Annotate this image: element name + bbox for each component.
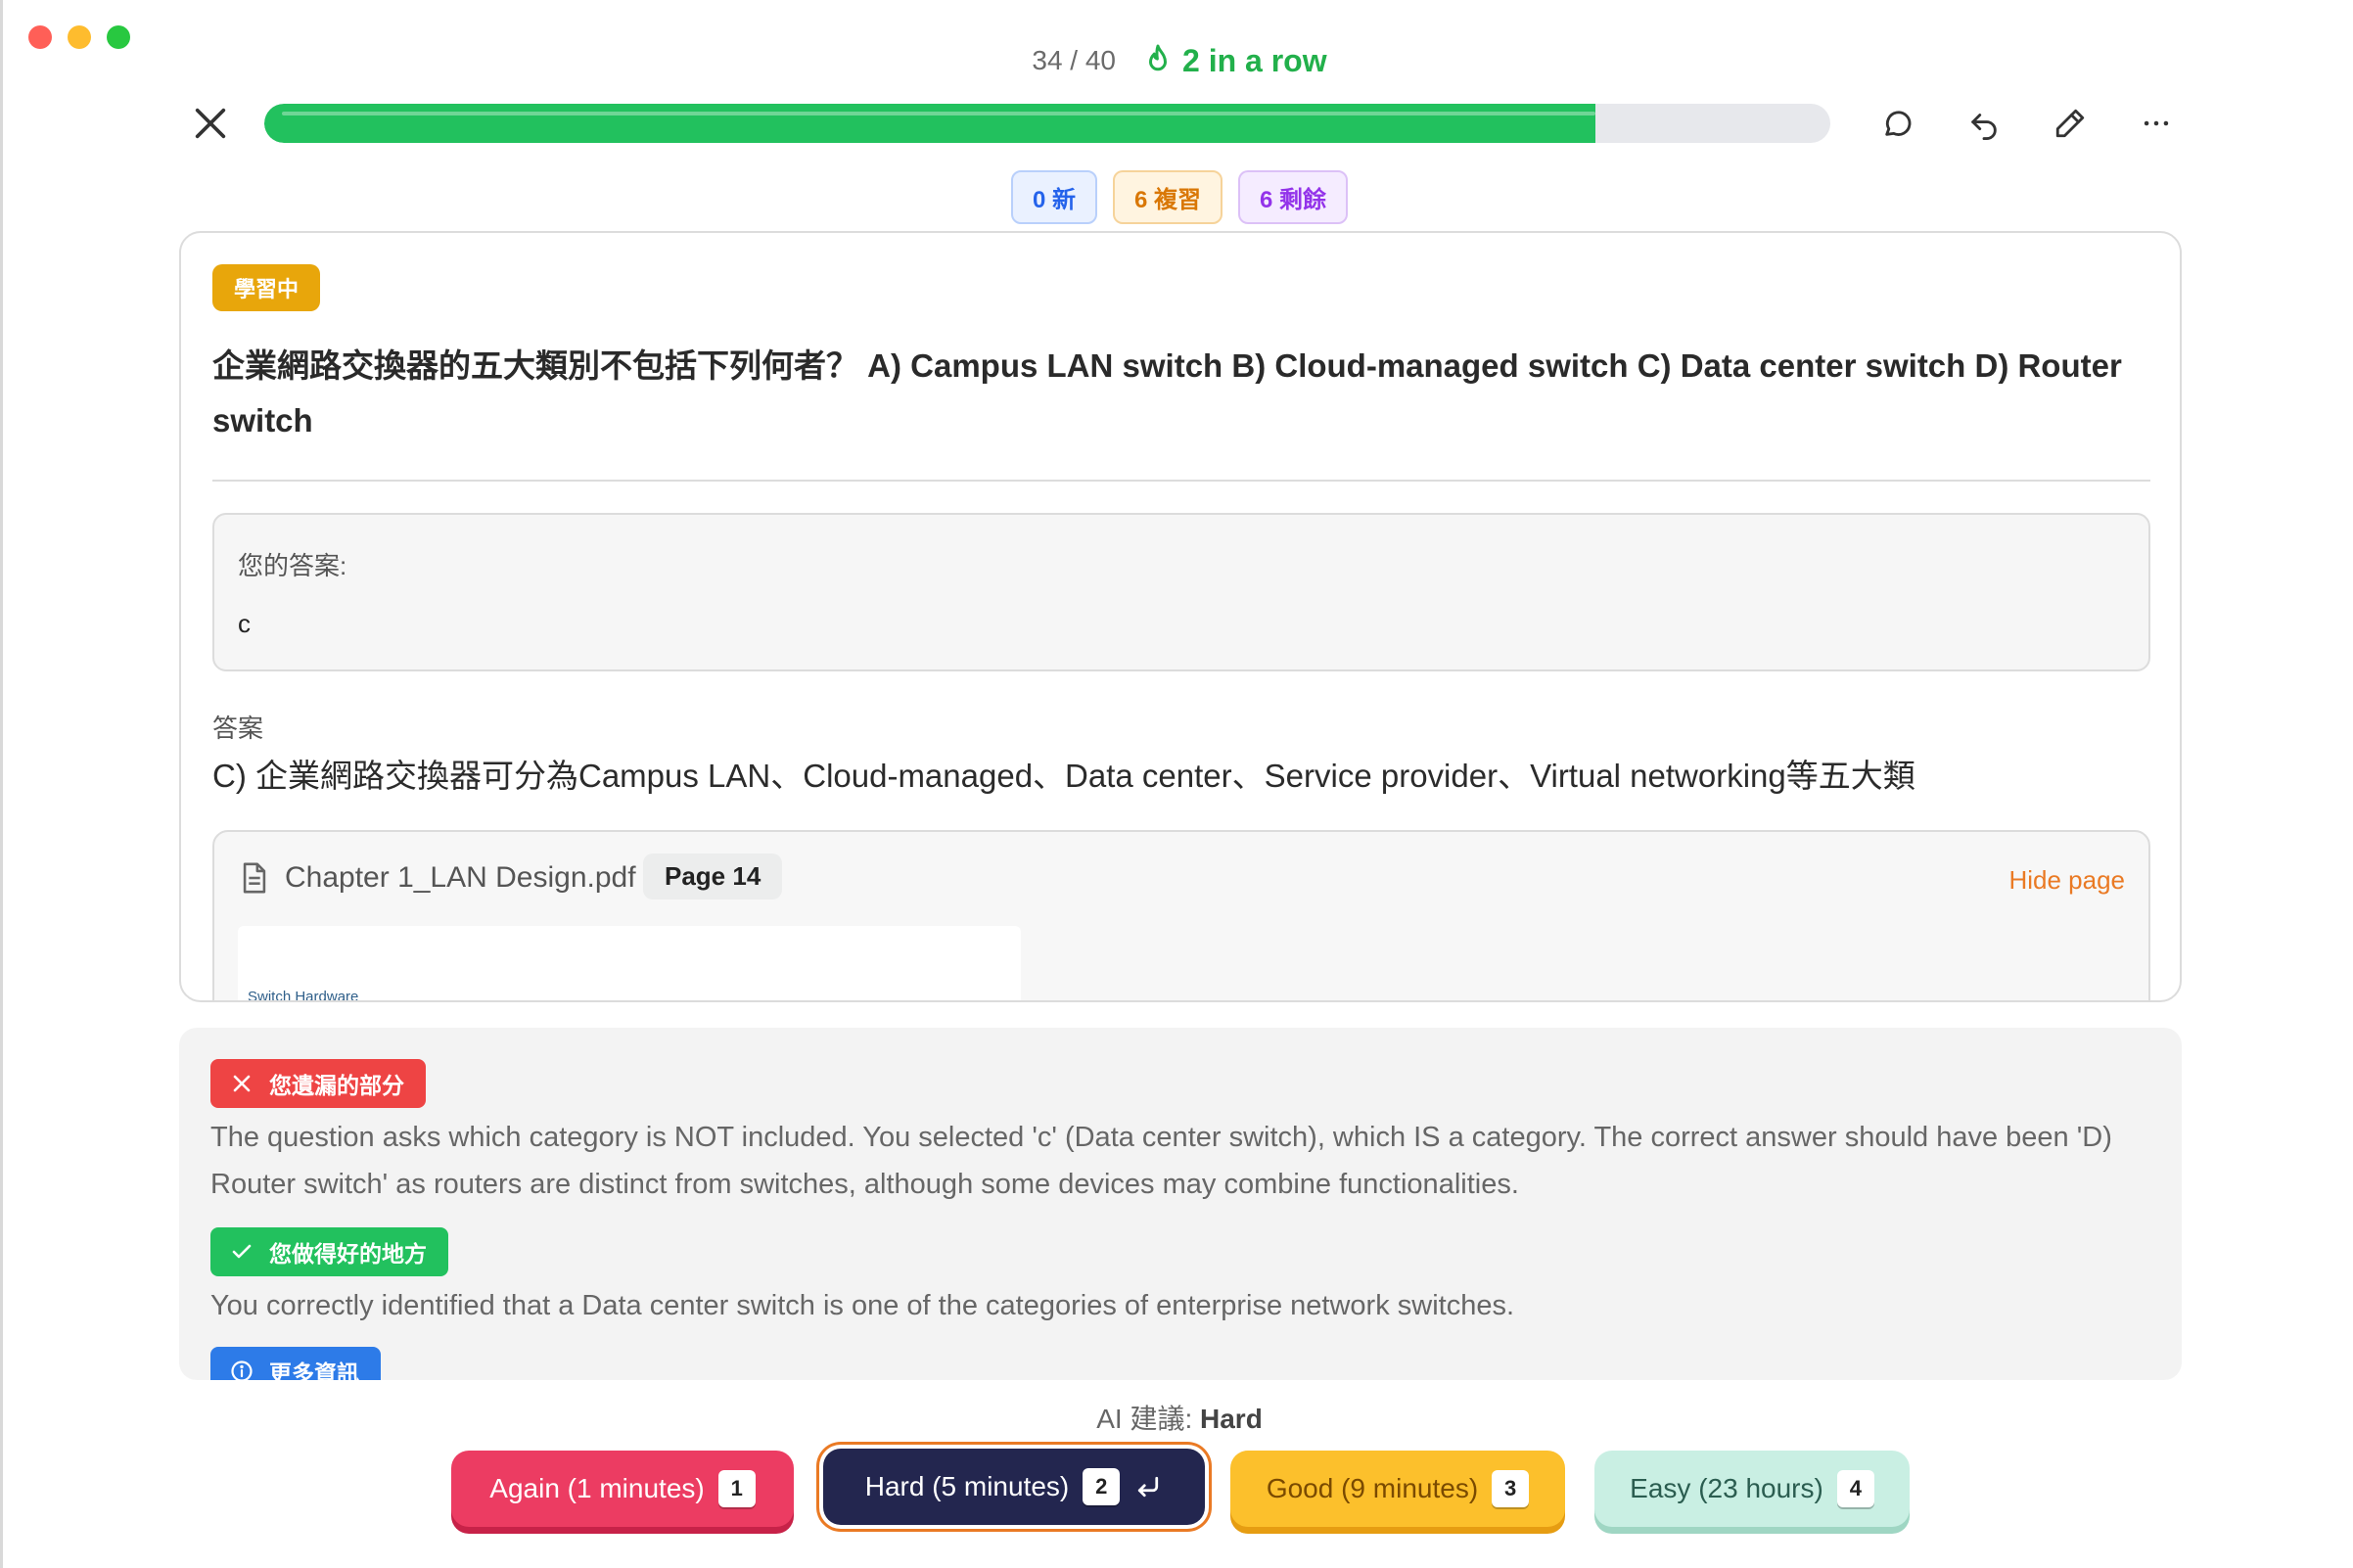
ai-suggestion: AI 建議: Hard [3,1398,2353,1437]
remaining-count-badge: 6 剩餘 [1238,170,1349,224]
again-label: Again (1 minutes) [489,1473,705,1503]
flame-icon [1149,44,1168,71]
new-count-badge: 0 新 [1010,170,1097,224]
streak-indicator: 2 in a row [1143,43,1327,79]
more-info-button[interactable]: 更多資訊 [210,1347,381,1380]
undo-button[interactable] [1959,98,2009,149]
more-icon [2144,120,2169,126]
good-grade-label: Good (9 minutes) [1266,1473,1479,1503]
card-counter: 34 / 40 [1032,45,1117,75]
again-shortcut-key: 1 [717,1470,756,1507]
info-icon [231,1360,253,1380]
comment-button[interactable] [1872,98,1923,149]
x-icon [233,1075,251,1092]
review-count-badge: 6 複習 [1112,170,1223,224]
answer-text: C) 企業網路交換器可分為Campus LAN、Cloud-managed、Da… [212,758,1915,794]
more-info-label: 更多資訊 [269,1360,359,1380]
answer-label: 答案 [212,714,264,743]
check-icon [232,1244,252,1259]
comment-icon [1885,111,1912,136]
status-badge: 學習中 [212,264,321,311]
good-badge: 您做得好的地方 [210,1227,448,1276]
good-shortcut-key: 3 [1492,1470,1530,1507]
session-status: 34 / 40 2 in a row [3,39,2353,82]
ai-suggestion-value: Hard [1200,1404,1263,1434]
flashcard: 學習中 企業網路交換器的五大類別不包括下列何者？ A) Campus LAN s… [179,231,2182,1002]
again-button[interactable]: Again (1 minutes) 1 [451,1451,794,1527]
hard-button[interactable]: Hard (5 minutes) 2 [823,1449,1205,1525]
pdf-page-preview: Switch Hardware [238,926,1021,1002]
good-label: 您做得好的地方 [269,1241,427,1267]
progress-bar-fill [264,104,1595,143]
missed-label: 您遺漏的部分 [269,1073,404,1098]
queue-counts: 0 新 6 複習 6 剩餘 [3,170,2353,224]
easy-label: Easy (23 hours) [1630,1473,1823,1503]
edit-button[interactable] [2045,98,2096,149]
good-text: You correctly identified that a Data cen… [210,1290,1515,1321]
app-window: 34 / 40 2 in a row 0 新 6 複習 6 剩餘 學習中 企業網… [0,0,2353,1568]
my-answer-value: c [238,609,251,638]
hide-page-link[interactable]: Hide page [2008,865,2125,896]
edit-icon [2055,109,2085,138]
hard-label: Hard (5 minutes) [864,1471,1070,1501]
question-text: 企業網路交換器的五大類別不包括下列何者？ A) Campus LAN switc… [212,347,2122,438]
more-button[interactable] [2131,98,2182,149]
streak-label: 2 in a row [1182,42,1327,78]
pdf-preview-text: Switch Hardware [248,989,359,1002]
good-button[interactable]: Good (9 minutes) 3 [1230,1451,1565,1527]
ai-feedback-panel: 您遺漏的部分 The question asks which category … [179,1028,2182,1380]
ai-suggestion-label: AI 建議: [1096,1404,1193,1434]
enter-icon [1138,1476,1159,1498]
missed-text: The question asks which category is NOT … [210,1122,2112,1200]
divider [212,480,2150,482]
progress-row [179,98,2176,149]
my-answer-box: 您的答案: c [212,513,2150,671]
easy-shortcut-key: 4 [1836,1470,1874,1507]
missed-badge: 您遺漏的部分 [210,1059,426,1108]
my-answer-label: 您的答案: [238,551,347,580]
document-icon [243,862,266,894]
hard-shortcut-key: 2 [1083,1468,1121,1505]
undo-icon [1971,114,1997,140]
source-panel: Chapter 1_LAN Design.pdf Page 14 Hide pa… [212,830,2150,1002]
close-icon[interactable] [191,104,230,143]
source-file-name[interactable]: Chapter 1_LAN Design.pdf [285,861,636,895]
easy-button[interactable]: Easy (23 hours) 4 [1594,1451,1910,1527]
source-page-badge: Page 14 [643,853,783,899]
progress-bar [264,104,1830,143]
